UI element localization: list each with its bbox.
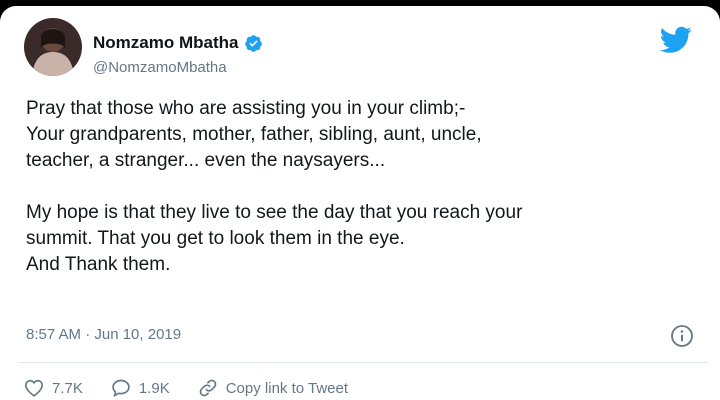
verified-badge-icon [245, 34, 263, 52]
tweet-line: summit. That you get to look them in the… [26, 228, 405, 249]
display-name[interactable]: Nomzamo Mbatha [93, 33, 238, 53]
copy-link-label: Copy link to Tweet [225, 379, 349, 397]
tweet-line: teacher, a stranger... even the naysayer… [26, 150, 386, 171]
like-count: 7.7K [52, 379, 83, 397]
reply-count: 1.9K [138, 379, 170, 397]
tweet-line: Pray that those who are assisting you in… [26, 98, 466, 119]
tweet-line: And Thank them. [26, 254, 171, 275]
tweet-timestamp[interactable]: 8:57 AM · Jun 10, 2019 [26, 326, 181, 343]
avatar[interactable] [24, 18, 82, 76]
tweet-actions: 7.7K 1.9K Copy link to Tweet [24, 378, 376, 398]
divider [18, 362, 708, 363]
author-name-row[interactable]: Nomzamo Mbatha [93, 33, 263, 53]
reply-bubble-icon [112, 379, 130, 398]
heart-icon [24, 379, 44, 397]
tweet-line: Your grandparents, mother, father, sibli… [26, 124, 482, 145]
tweet-text: Pray that those who are assisting you in… [26, 96, 696, 278]
reply-button[interactable]: 1.9K [111, 378, 170, 398]
info-icon[interactable] [670, 324, 694, 348]
tweet-line: My hope is that they live to see the day… [26, 202, 523, 223]
author-handle[interactable]: @NomzamoMbatha [93, 59, 227, 76]
tweet-card: Nomzamo Mbatha @NomzamoMbatha Pray that … [0, 6, 720, 400]
twitter-bird-icon[interactable] [660, 26, 692, 54]
like-button[interactable]: 7.7K [24, 379, 83, 397]
copy-link-button[interactable]: Copy link to Tweet [198, 378, 348, 398]
link-icon [199, 379, 217, 397]
